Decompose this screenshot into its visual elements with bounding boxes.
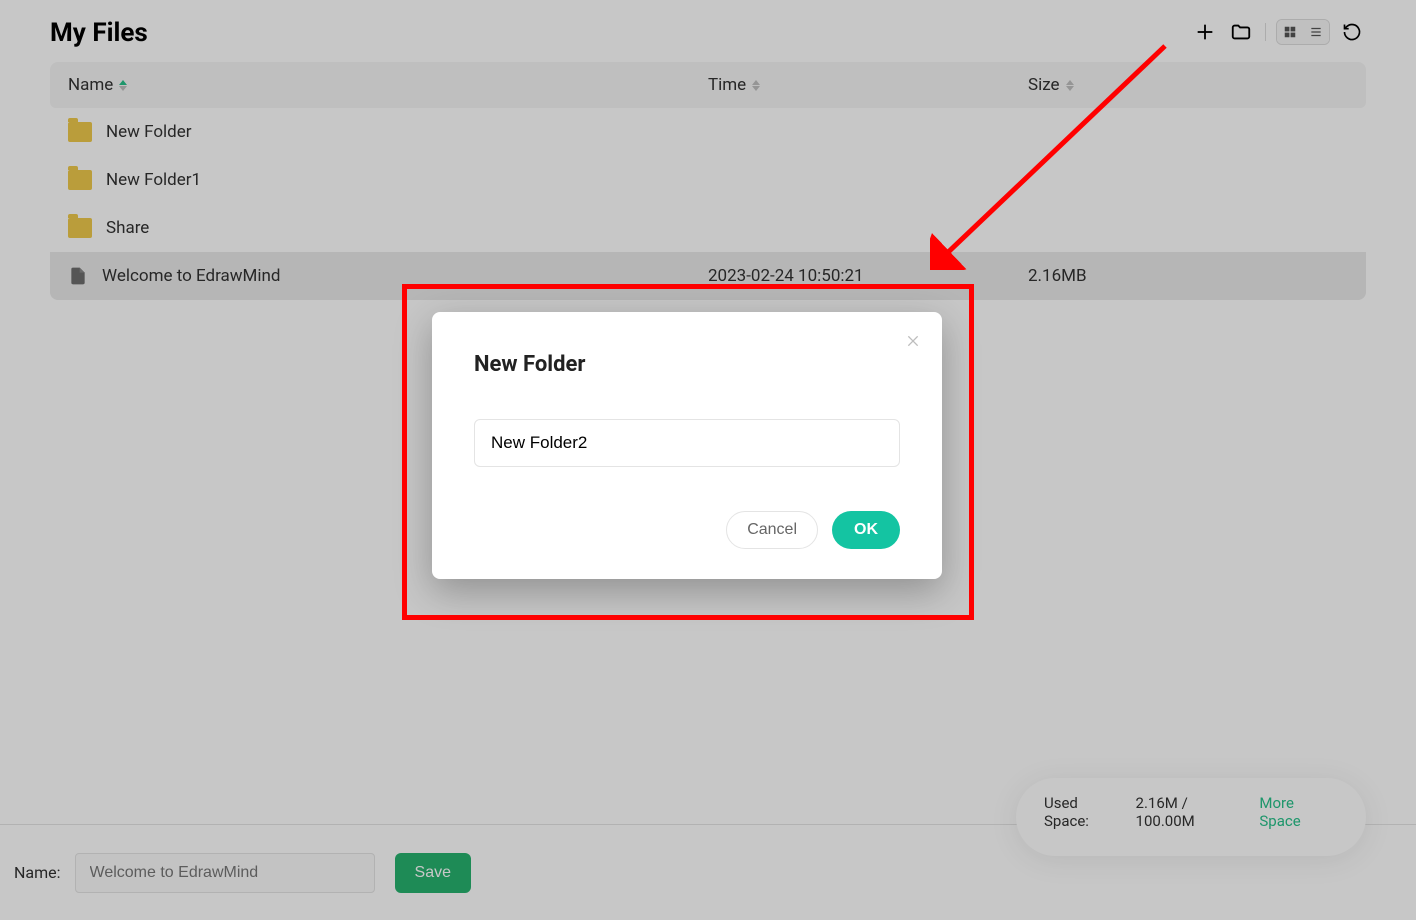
ok-button[interactable]: OK — [832, 511, 900, 549]
modal-title: New Folder — [474, 352, 900, 377]
close-icon — [905, 333, 921, 349]
cancel-button[interactable]: Cancel — [726, 511, 818, 549]
new-folder-modal: New Folder Cancel OK — [432, 312, 942, 579]
modal-close-button[interactable] — [900, 328, 926, 354]
folder-name-input[interactable] — [474, 419, 900, 467]
